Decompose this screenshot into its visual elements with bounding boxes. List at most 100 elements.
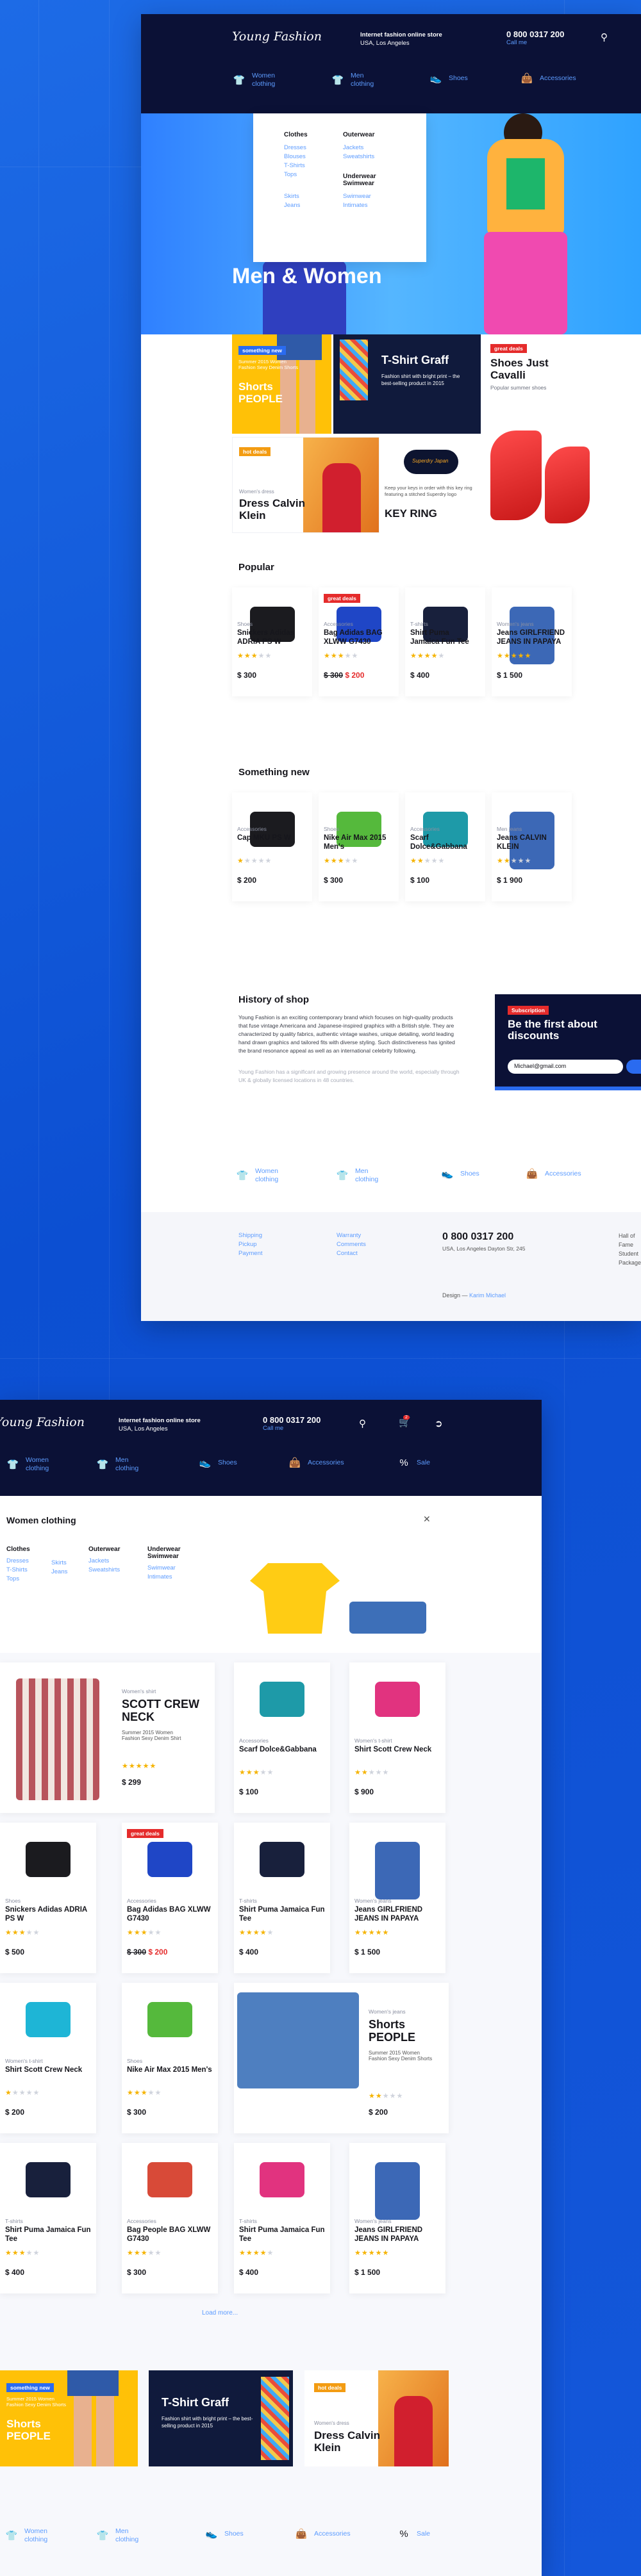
product-name[interactable]: Jeans CALVIN KLEIN bbox=[497, 833, 567, 851]
close-icon[interactable]: ✕ bbox=[423, 1514, 431, 1525]
footer-nav-accessories[interactable]: 👜 Accessories bbox=[295, 2527, 351, 2540]
load-more-link[interactable]: Load more... bbox=[202, 2309, 238, 2317]
product-card[interactable]: T-shirts Shirt Puma Jamaica Fun Tee ★★★★★ $… bbox=[234, 1823, 330, 1973]
footer-nav-men[interactable]: 👕 Men clothing bbox=[336, 1167, 379, 1184]
product-name[interactable]: Snickers Adidas ADRIA PS W bbox=[237, 628, 307, 646]
promo-shoes[interactable]: great deals Shoes Just Cavalli Popular s… bbox=[484, 334, 641, 533]
mega-link[interactable]: Tops bbox=[284, 170, 308, 179]
designer-link[interactable]: Karim Michael bbox=[469, 1292, 506, 1299]
product-name[interactable]: Shirt Scott Crew Neck bbox=[354, 1745, 440, 1754]
product-name[interactable]: Bag People BAG XLWW G7430 bbox=[127, 2226, 213, 2244]
featured-product-card[interactable]: Women's jeans Shorts PEOPLE Summer 2015 Wo… bbox=[234, 1983, 449, 2133]
footer-link[interactable]: Shipping bbox=[238, 1231, 263, 1240]
product-name[interactable]: Shirt Scott Crew Neck bbox=[5, 2065, 91, 2074]
mega-link[interactable]: Skirts bbox=[284, 192, 308, 201]
mega-link[interactable]: Intimates bbox=[343, 201, 413, 210]
mega-link[interactable]: Sweatshirts bbox=[343, 152, 413, 161]
promo-dress[interactable]: hot deals Women's dress Dress Calvin Kle… bbox=[232, 437, 379, 533]
nav-women[interactable]: 👕 Women clothing bbox=[233, 72, 276, 88]
nav-women[interactable]: 👕 Women clothing bbox=[6, 1456, 49, 1473]
product-name[interactable]: Scarf Dolce&Gabbana bbox=[239, 1745, 325, 1754]
footer-nav-shoes[interactable]: 👟 Shoes bbox=[205, 2527, 244, 2540]
logo[interactable]: Young Fashion bbox=[0, 1415, 85, 1429]
product-name[interactable]: Jeans GIRLFRIEND JEANS IN PAPAYA bbox=[354, 1905, 440, 1923]
search-icon[interactable]: ⚲ bbox=[359, 1418, 366, 1429]
product-card[interactable]: T-shirts Shirt Puma Jamaica Fun Tee ★★★★★ $… bbox=[0, 2143, 96, 2293]
product-card[interactable]: Shoes Nike Air Max 2015 Men's ★★★★★ $ 300 bbox=[319, 792, 399, 901]
product-name[interactable]: Nike Air Max 2015 Men's bbox=[324, 833, 394, 851]
product-name[interactable]: Nike Air Max 2015 Men's bbox=[127, 2065, 213, 2074]
nav-men[interactable]: 👕 Men clothing bbox=[96, 1456, 139, 1473]
nav-men[interactable]: 👕 Men clothing bbox=[331, 72, 374, 88]
product-card[interactable]: Women's t-shirt Shirt Scott Crew Neck ★★★★… bbox=[0, 1983, 96, 2133]
footer-nav-women[interactable]: 👕 Women clothing bbox=[236, 1167, 279, 1184]
product-name[interactable]: Jeans GIRLFRIEND JEANS IN PAPAYA bbox=[354, 2226, 440, 2244]
promo-tshirt[interactable]: T-Shirt Graff Fashion shirt with bright … bbox=[333, 334, 481, 434]
footer-link[interactable]: Warranty bbox=[337, 1231, 366, 1240]
mega-link[interactable]: T-Shirts bbox=[6, 1566, 30, 1575]
mega-link[interactable]: Jeans bbox=[284, 201, 308, 210]
call-me-link[interactable]: Call me bbox=[506, 39, 564, 46]
nav-accessories[interactable]: 👜 Accessories bbox=[288, 1456, 344, 1469]
product-name[interactable]: Bag Adidas BAG XLWW G7430 bbox=[127, 1905, 213, 1923]
mega-link[interactable]: Blouses bbox=[284, 152, 308, 161]
product-card[interactable]: Accessories Scarf Dolce&Gabbana ★★★★★ $ 100 bbox=[405, 792, 485, 901]
cart-icon[interactable]: 🛒 2 bbox=[399, 1415, 411, 1428]
mega-link[interactable]: Dresses bbox=[284, 144, 308, 152]
mega-link[interactable]: T-Shirts bbox=[284, 161, 308, 170]
mega-link[interactable]: Jackets bbox=[88, 1557, 120, 1566]
mega-link[interactable]: Swimwear bbox=[343, 192, 413, 201]
footer-link3[interactable]: Package bbox=[619, 1258, 641, 1267]
footer-nav-men[interactable]: 👕 Men clothing bbox=[96, 2527, 139, 2544]
product-card[interactable]: Shoes Snickers Adidas ADRIA PS W ★★★★★ $ 50… bbox=[0, 1823, 96, 1973]
product-name[interactable]: Shirt Puma Jamaica Fun Tee bbox=[239, 2226, 325, 2244]
footer-link[interactable]: Pickup bbox=[238, 1240, 263, 1249]
promo-shorts[interactable]: something new Summer 2015 Women Fashion … bbox=[0, 2370, 138, 2466]
mega-link[interactable]: Jeans bbox=[51, 1568, 67, 1577]
product-name[interactable]: Cap MKU PS W bbox=[237, 833, 307, 842]
mega-link[interactable]: Swimwear bbox=[147, 1564, 199, 1573]
footer-link3[interactable]: Hall of Fame bbox=[619, 1231, 641, 1249]
featured-product-card[interactable]: Women's shirt SCOTT CREW NECK Summer 2015 … bbox=[0, 1662, 215, 1813]
footer-link3[interactable]: Student bbox=[619, 1249, 641, 1258]
promo-shorts[interactable]: something new Summer 2015 Women Fashion … bbox=[232, 334, 331, 434]
login-icon[interactable]: ➲ bbox=[435, 1418, 443, 1429]
product-name[interactable]: Shirt Puma Jamaica Fun Tee bbox=[410, 628, 480, 646]
call-me-link[interactable]: Call me bbox=[263, 1425, 320, 1432]
product-card[interactable]: great deals Accessories Bag Adidas BAG XLW… bbox=[319, 587, 399, 696]
nav-sale[interactable]: % Sale bbox=[397, 1456, 430, 1469]
product-card[interactable]: T-shirts Shirt Puma Jamaica Fun Tee ★★★★★ $… bbox=[405, 587, 485, 696]
product-name[interactable]: Shirt Puma Jamaica Fun Tee bbox=[5, 2226, 91, 2244]
footer-link[interactable]: Comments bbox=[337, 1240, 366, 1249]
mega-link[interactable]: Skirts bbox=[51, 1559, 67, 1568]
footer-nav-shoes[interactable]: 👟 Shoes bbox=[441, 1167, 479, 1180]
footer-link[interactable]: Payment bbox=[238, 1249, 263, 1258]
product-card[interactable]: Accessories Scarf Dolce&Gabbana ★★★★★ $ 100 bbox=[234, 1662, 330, 1813]
product-card[interactable]: Men jeans Jeans CALVIN KLEIN ★★★★★ $ 1 900 bbox=[492, 792, 572, 901]
product-name[interactable]: Scarf Dolce&Gabbana bbox=[410, 833, 480, 851]
product-card[interactable]: Women's jeans Jeans GIRLFRIEND JEANS IN P… bbox=[349, 2143, 445, 2293]
mega-link[interactable]: Jackets bbox=[343, 144, 413, 152]
nav-accessories[interactable]: 👜 Accessories bbox=[520, 72, 576, 85]
product-card[interactable]: great deals Accessories Bag Adidas BAG XLW… bbox=[122, 1823, 218, 1973]
footer-nav-accessories[interactable]: 👜 Accessories bbox=[526, 1167, 581, 1180]
email-field[interactable]: Michael@gmail.com bbox=[508, 1060, 623, 1074]
nav-shoes[interactable]: 👟 Shoes bbox=[429, 72, 468, 85]
product-card[interactable]: Accessories Cap MKU PS W ★★★★★ $ 200 bbox=[232, 792, 312, 901]
footer-link[interactable]: Contact bbox=[337, 1249, 366, 1258]
product-name[interactable]: Snickers Adidas ADRIA PS W bbox=[5, 1905, 91, 1923]
mega-link[interactable]: Sweatshirts bbox=[88, 1566, 120, 1575]
product-card[interactable]: Women's jeans Jeans GIRLFRIEND JEANS IN P… bbox=[349, 1823, 445, 1973]
mega-link[interactable]: Tops bbox=[6, 1575, 30, 1584]
product-card[interactable]: Women's t-shirt Shirt Scott Crew Neck ★★★★… bbox=[349, 1662, 445, 1813]
product-card[interactable]: Shoes Snickers Adidas ADRIA PS W ★★★★★ $ 30… bbox=[232, 587, 312, 696]
promo-tshirt[interactable]: T-Shirt Graff Fashion shirt with bright … bbox=[149, 2370, 293, 2466]
promo-dress[interactable]: hot deals Women's dress Dress Calvin Kle… bbox=[304, 2370, 449, 2466]
product-card[interactable]: Accessories Bag People BAG XLWW G7430 ★★★★… bbox=[122, 2143, 218, 2293]
product-name[interactable]: Shirt Puma Jamaica Fun Tee bbox=[239, 1905, 325, 1923]
subscribe-button[interactable] bbox=[626, 1060, 641, 1074]
promo-keyring[interactable]: Superdry Japan Keep your keys in order w… bbox=[381, 437, 481, 533]
product-card[interactable]: T-shirts Shirt Puma Jamaica Fun Tee ★★★★★ $… bbox=[234, 2143, 330, 2293]
product-name[interactable]: Jeans GIRLFRIEND JEANS IN PAPAYA bbox=[497, 628, 567, 646]
product-card[interactable]: Women's jeans Jeans GIRLFRIEND JEANS IN P… bbox=[492, 587, 572, 696]
